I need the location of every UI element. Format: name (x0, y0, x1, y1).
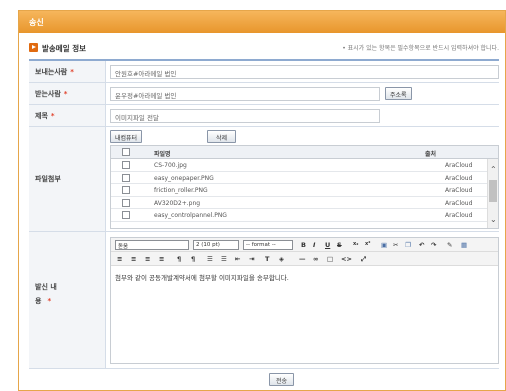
text-color-icon[interactable]: T (265, 255, 269, 263)
copy-icon[interactable]: ❐ (405, 241, 411, 249)
bold-icon[interactable]: B (301, 241, 306, 249)
file-source: AraCloud (445, 199, 473, 207)
scroll-up-icon[interactable]: ⌃ (490, 165, 497, 174)
file-row[interactable]: easy_onepaper.PNG AraCloud (111, 172, 498, 184)
rich-text-editor: 돋움 2 (10 pt) -- format -- B I U S x₂ x² … (110, 237, 499, 364)
file-checkbox[interactable] (122, 198, 130, 207)
italic-icon[interactable]: I (313, 241, 315, 249)
mail-form: 보내는사람 * 안원호#아라메일 법인 받는사람 * 윤우정#아라메일 법인 주소록… (29, 59, 499, 369)
window-title: 송신 (19, 11, 505, 33)
section-title: 발송메일 정보 (42, 44, 87, 53)
font-family-select[interactable]: 돋움 (115, 240, 189, 250)
link-icon[interactable]: ∞ (313, 255, 318, 263)
superscript-icon[interactable]: x² (365, 241, 370, 247)
recipient-row: 받는사람 * 윤우정#아라메일 법인 주소록 (29, 83, 499, 105)
editor-toolbar-2: ≡ ≡ ≡ ≡ ¶ ¶ ☰ ☰ ⇤ ⇥ T ◈ — ∞ □ <> ⤢ (111, 252, 498, 266)
required-star: * (50, 111, 55, 120)
file-source: AraCloud (445, 174, 473, 182)
outdent-icon[interactable]: ⇤ (235, 255, 240, 263)
cut-icon[interactable]: ✂ (393, 241, 398, 249)
editor-content[interactable]: 첨부와 같이 공동개발계약서에 첨부할 이미지파일을 송부합니다. (111, 266, 498, 288)
file-name: friction_roller.PNG (154, 187, 208, 194)
strike-icon[interactable]: S (337, 241, 342, 249)
file-name: AV320D2+.png (154, 199, 201, 207)
editor-toolbar-1: 돋움 2 (10 pt) -- format -- B I U S x₂ x² … (111, 238, 498, 252)
column-source: 출처 (425, 151, 437, 158)
attachment-label: 파일첨부 (29, 127, 106, 231)
delete-button[interactable]: 삭제 (207, 130, 237, 143)
rtl-icon[interactable]: ¶ (191, 255, 195, 263)
body-label: 발신 내 용 * (29, 232, 106, 368)
sender-label: 보내는사람 * (29, 61, 106, 82)
recipient-label: 받는사람 * (29, 83, 106, 104)
select-all-checkbox[interactable] (122, 148, 130, 156)
file-name: easy_onepaper.PNG (154, 174, 214, 182)
indent-icon[interactable]: ⇥ (249, 255, 254, 263)
file-row[interactable]: CS-700.jpg AraCloud (111, 159, 498, 172)
file-checkbox[interactable] (122, 211, 130, 219)
scroll-thumb[interactable] (489, 180, 497, 202)
align-center-icon[interactable]: ≡ (131, 255, 136, 263)
required-star: * (47, 297, 52, 305)
file-source: AraCloud (445, 187, 473, 194)
recipient-field[interactable]: 윤우정#아라메일 법인 (110, 87, 380, 101)
file-row[interactable]: easy_controlpannel.PNG AraCloud (111, 209, 498, 222)
paste-icon[interactable]: ▣ (381, 241, 387, 249)
eraser-icon[interactable]: ✎ (447, 241, 452, 249)
file-row[interactable]: friction_roller.PNG AraCloud (111, 184, 498, 197)
sender-row: 보내는사람 * 안원호#아라메일 법인 (29, 61, 499, 83)
scroll-down-icon[interactable]: ⌄ (490, 215, 497, 224)
align-right-icon[interactable]: ≡ (145, 255, 150, 263)
subscript-icon[interactable]: x₂ (353, 241, 358, 247)
bullet-list-icon[interactable]: ☰ (221, 255, 227, 263)
file-source: AraCloud (445, 212, 473, 219)
file-name: CS-700.jpg (154, 162, 187, 169)
font-size-select[interactable]: 2 (10 pt) (193, 240, 239, 250)
address-book-button[interactable]: 주소록 (385, 87, 412, 100)
my-computer-button[interactable]: 내컴퓨터 (110, 130, 143, 143)
compose-window: 송신 발송메일 정보 • 표시가 있는 항목은 필수항목으로 반드시 입력하셔야… (18, 10, 506, 391)
arrow-square-icon (29, 43, 38, 52)
body-row: 발신 내 용 * 돋움 2 (10 pt) -- format -- B I U … (29, 232, 499, 369)
table-icon[interactable]: ▦ (461, 241, 467, 249)
redo-icon[interactable]: ↷ (431, 241, 436, 249)
file-list-scrollbar[interactable]: ⌃ ⌄ (487, 159, 498, 228)
subject-label: 제목 * (29, 105, 106, 126)
fullscreen-icon[interactable]: ⤢ (361, 255, 366, 264)
file-name: easy_controlpannel.PNG (154, 212, 227, 219)
sender-field[interactable]: 안원호#아라메일 법인 (110, 65, 499, 79)
underline-icon[interactable]: U (325, 241, 330, 249)
attachment-row: 파일첨부 내컴퓨터 삭제 파일명 출처 CS-700.jpg AraCloud … (29, 127, 499, 232)
required-note: • 표시가 있는 항목은 필수항목으로 반드시 입력하셔야 합니다. (342, 45, 499, 52)
required-star: * (63, 89, 68, 98)
format-select[interactable]: -- format -- (243, 240, 293, 250)
bg-color-icon[interactable]: ◈ (279, 255, 284, 263)
section-header: 발송메일 정보 • 표시가 있는 항목은 필수항목으로 반드시 입력하셔야 합니… (29, 41, 499, 57)
file-checkbox[interactable] (122, 161, 130, 169)
ltr-icon[interactable]: ¶ (177, 255, 181, 263)
file-checkbox[interactable] (122, 173, 130, 182)
subject-field[interactable]: 이미지파일 전달 (110, 109, 380, 123)
required-star: * (70, 67, 74, 76)
column-filename: 파일명 (154, 151, 171, 158)
ordered-list-icon[interactable]: ☰ (207, 255, 213, 263)
image-icon[interactable]: □ (327, 255, 333, 263)
file-list-header: 파일명 출처 (111, 146, 498, 159)
subject-row: 제목 * 이미지파일 전달 (29, 105, 499, 127)
undo-icon[interactable]: ↶ (419, 241, 424, 249)
file-checkbox[interactable] (122, 186, 130, 194)
horizontal-rule-icon[interactable]: — (299, 255, 306, 263)
align-left-icon[interactable]: ≡ (117, 255, 122, 263)
file-source: AraCloud (445, 162, 473, 169)
source-icon[interactable]: <> (341, 255, 352, 263)
file-row[interactable]: AV320D2+.png AraCloud (111, 197, 498, 209)
file-list: 파일명 출처 CS-700.jpg AraCloud easy_onepaper… (110, 145, 499, 229)
align-justify-icon[interactable]: ≡ (159, 255, 164, 263)
send-button[interactable]: 전송 (269, 373, 295, 386)
